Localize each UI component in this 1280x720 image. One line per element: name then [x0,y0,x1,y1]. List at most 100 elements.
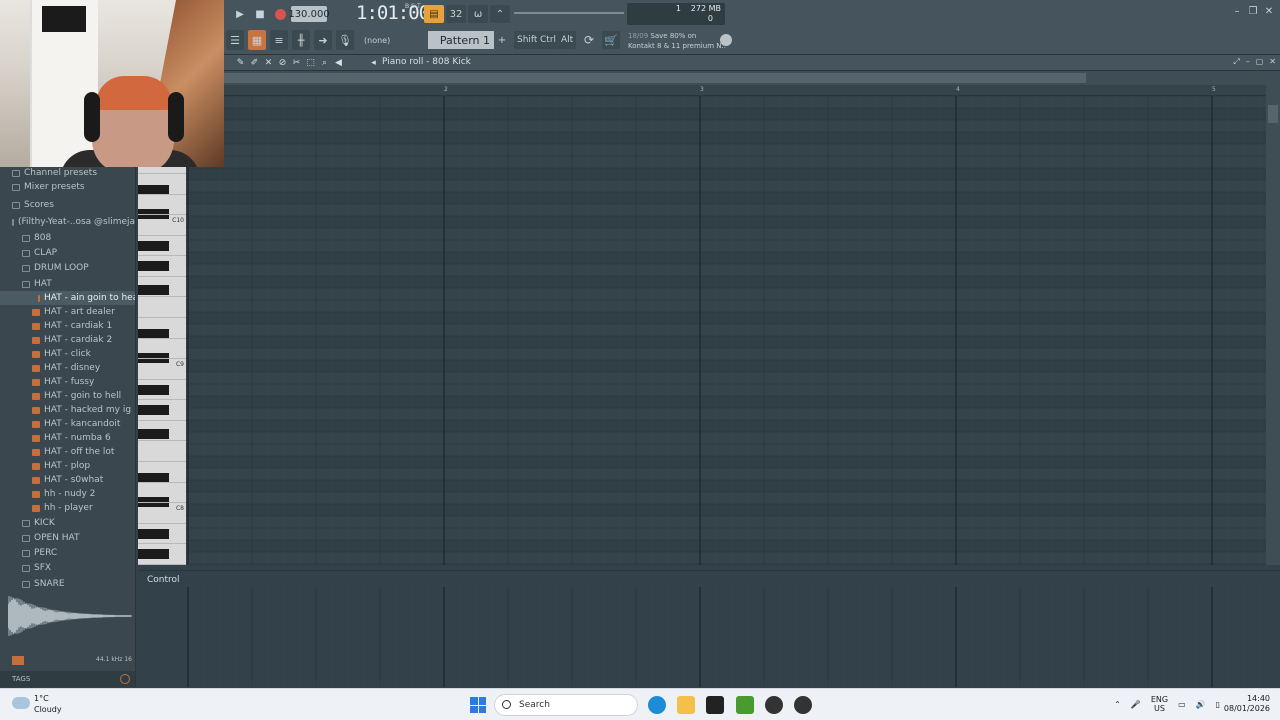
close-icon[interactable]: ✕ [1264,6,1274,17]
black-key[interactable] [138,405,169,415]
tempo-display[interactable]: 130.000 [288,6,330,22]
minimize-icon[interactable]: – [1232,6,1242,17]
pr-minimize-icon[interactable]: – [1246,57,1250,67]
add-pattern-icon[interactable]: + [496,31,508,49]
browser-file-item[interactable]: hh - nudy 2 [0,487,135,501]
fl-studio-2-icon[interactable] [794,696,812,714]
mic-tray-icon[interactable]: 🎤 [1131,700,1141,709]
black-key[interactable] [138,261,169,271]
channel-rack-icon[interactable]: ≡ [270,30,288,50]
browser-file-item[interactable]: HAT - cardiak 1 [0,319,135,333]
delete-icon[interactable]: ✕ [262,56,275,70]
battery-icon[interactable]: ▯ [1216,700,1220,709]
chevron-up-icon[interactable]: ⌃ [1114,700,1121,709]
metronome-icon[interactable]: ⌃ [490,5,510,23]
browser-file-item[interactable]: HAT - fussy [0,375,135,389]
capture-app-icon[interactable] [706,696,724,714]
browser-file-item[interactable]: HAT - kancandoit [0,417,135,431]
black-key[interactable] [138,285,169,295]
black-key[interactable] [138,241,169,251]
search-icon[interactable] [120,674,130,684]
search-input[interactable]: Search [494,694,638,716]
browser-folder-item[interactable]: Channel presets [0,167,135,180]
browser-file-item[interactable]: HAT - s0what [0,473,135,487]
select-icon[interactable]: ⬚ [304,56,317,70]
browser-folder-item[interactable]: (Filthy-Yeat-..osa @slimejax [0,215,135,229]
pr-maximize-icon[interactable]: ▢ [1256,57,1264,67]
black-key[interactable] [138,385,169,395]
edge-icon[interactable] [648,696,666,714]
browser-folder-item[interactable]: KICK [0,516,135,530]
mixer-icon[interactable]: ╫ [292,30,310,50]
language-indicator[interactable]: ENG US [1151,695,1168,713]
browser-folder-item[interactable]: PERC [0,546,135,560]
browser-file-item[interactable]: HAT - click [0,347,135,361]
browser-icon[interactable]: ➜ [314,30,332,50]
slice-icon[interactable]: ✂ [290,56,303,70]
paint-icon[interactable]: ✐ [248,56,261,70]
browser-folder-item[interactable]: SNARE [0,577,135,591]
browser-file-item[interactable]: HAT - art dealer [0,305,135,319]
browser-file-item[interactable]: HAT - plop [0,459,135,473]
play-icon[interactable]: ▶ [230,5,250,23]
record-icon[interactable] [270,5,290,23]
fl-studio-icon[interactable] [765,696,783,714]
nvidia-icon[interactable] [736,696,754,714]
browser-file-item[interactable]: HAT - cardiak 2 [0,333,135,347]
black-key[interactable] [138,529,169,539]
control-label[interactable]: Control [147,575,180,585]
volume-icon[interactable]: 🔊 [1196,700,1206,709]
pattern-song-toggle[interactable]: ▤ [424,5,444,23]
piano-roll-title[interactable]: Piano roll - 808 Kick [382,57,471,67]
start-icon[interactable] [470,697,486,713]
restore-icon[interactable]: ❐ [1248,6,1258,17]
horizontal-scrollbar[interactable] [224,71,1280,85]
globe-icon[interactable] [720,34,732,46]
browser-file-item[interactable]: HAT - hacked my ig [0,403,135,417]
browser-folder-item[interactable]: OPEN HAT [0,531,135,545]
news-panel[interactable]: 18/09 Save 80% on Kontakt 8 & 11 premium… [628,31,728,51]
pr-close-icon[interactable]: ✕ [1269,57,1276,67]
browser-folder-item[interactable]: CLAP [0,246,135,260]
note-grid[interactable] [186,96,1266,565]
snap-icon[interactable]: ⟳ [580,31,598,49]
master-volume-slider[interactable] [514,12,624,14]
zoom-icon[interactable]: ⌕ [318,56,331,70]
browser-folder-item[interactable]: Mixer presets [0,180,135,194]
pattern-selector[interactable]: Pattern 1 [428,31,494,49]
mute-icon[interactable]: ⊘ [276,56,289,70]
speaker-icon[interactable]: ◂ [367,56,380,70]
browser-file-item[interactable]: HAT - disney [0,361,135,375]
browser-file-item[interactable]: HAT - goin to hell [0,389,135,403]
pencil-icon[interactable]: ✎ [234,56,247,70]
clock[interactable]: 14:40 08/01/2026 [1224,694,1270,714]
playback-icon[interactable]: ◀ [332,56,345,70]
browser-folder-item[interactable]: SFX [0,561,135,575]
playlist-icon[interactable]: ☰ [226,30,244,50]
browser-folder-item[interactable]: 808 [0,231,135,245]
browser-folder-item[interactable]: HAT [0,277,135,291]
tags-bar[interactable]: TAGS [0,671,135,687]
browser-folder-item[interactable]: Scores [0,198,135,212]
piano-keyboard[interactable]: C10 C9 C8 [138,167,186,565]
black-key[interactable] [138,429,169,439]
file-explorer-icon[interactable] [677,696,695,714]
browser-file-item[interactable]: HAT - ain goin to heaven [0,291,135,305]
wait-icon[interactable]: ω [468,5,488,23]
browser-file-item[interactable]: HAT - numba 6 [0,431,135,445]
browser-file-item[interactable]: HAT - off the lot [0,445,135,459]
browser-file-item[interactable]: hh - player [0,501,135,515]
steps-button[interactable]: 32 [446,5,466,23]
event-control-pane[interactable]: Control [138,570,1280,688]
ctrl-button[interactable]: Ctrl [537,31,560,49]
piano-roll-icon[interactable]: ▦ [248,30,266,50]
browser-folder-item[interactable]: DRUM LOOP [0,261,135,275]
vertical-scrollbar[interactable] [1266,85,1280,565]
black-key[interactable] [138,549,169,559]
alt-button[interactable]: Alt [558,31,577,49]
detach-icon[interactable]: ⤢ [1233,57,1239,67]
stop-icon[interactable]: ■ [250,5,270,23]
timeline-ruler[interactable]: 2 3 4 5 [224,85,1266,96]
cart-icon[interactable]: 🛒 [602,31,620,49]
preset-selector[interactable]: (none) [364,32,410,48]
